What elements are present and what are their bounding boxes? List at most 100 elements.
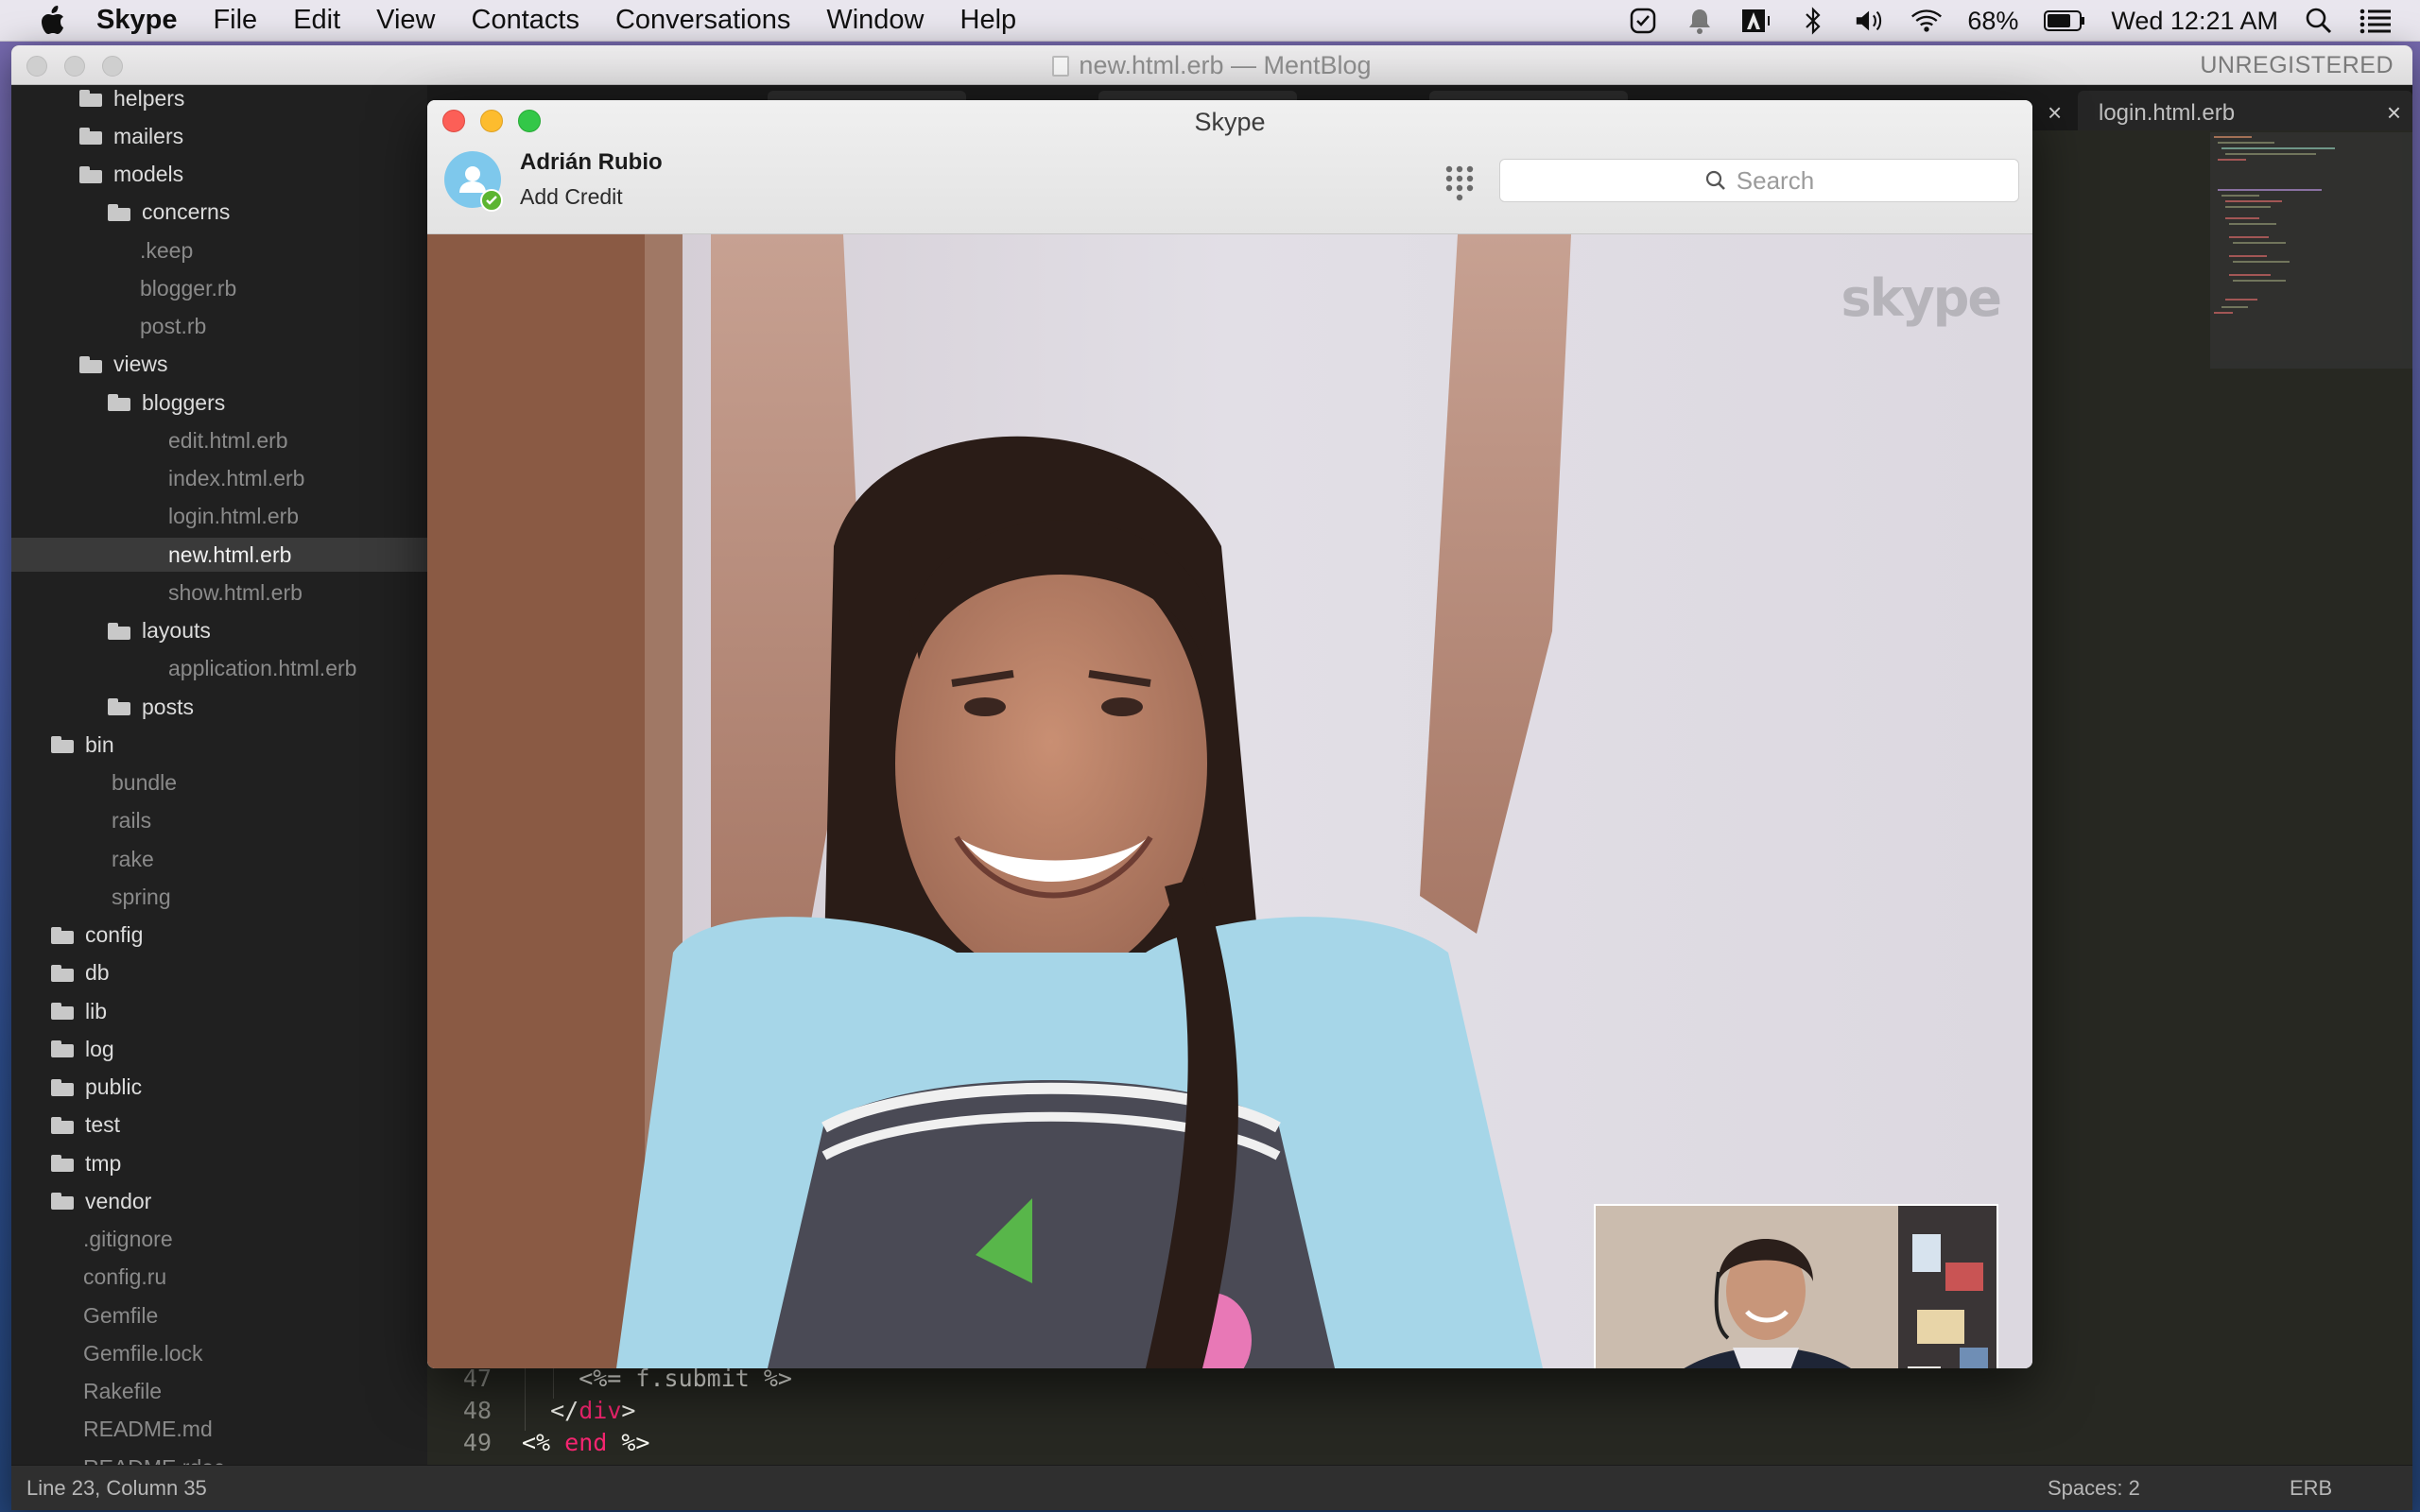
tree-item-readme-rdoc[interactable]: README.rdoc [11,1451,427,1466]
user-name[interactable]: Adrián Rubio [520,149,663,176]
tree-item-views[interactable]: views [11,348,427,382]
online-status-icon [480,189,503,212]
tree-item-label: .gitignore [83,1227,173,1251]
skype-watermark-logo: skype [1841,268,2002,328]
tree-item-index-html-erb[interactable]: index.html.erb [11,462,427,496]
line-number: 48 [462,1397,492,1424]
self-video-image [1596,1206,1996,1368]
tree-item-spring[interactable]: spring [11,880,427,914]
adobe-icon[interactable] [1740,5,1772,37]
tree-item-blogger-rb[interactable]: blogger.rb [11,271,427,305]
remote-video-feed[interactable]: skype [427,234,2032,1368]
tree-item-label: log [85,1036,114,1061]
tree-item-edit-html-erb[interactable]: edit.html.erb [11,423,427,457]
tree-item-bundle[interactable]: bundle [11,766,427,800]
tree-item-label: views [113,352,168,377]
cursor-position: Line 23, Column 35 [26,1476,207,1500]
editor-statusbar: Line 23, Column 35 Spaces: 2 ERB [11,1465,2412,1510]
tree-item-post-rb[interactable]: post.rb [11,310,427,344]
menu-conversations[interactable]: Conversations [615,5,790,36]
add-credit-link[interactable]: Add Credit [520,184,623,210]
line-number: 49 [462,1429,492,1456]
spotlight-search-icon[interactable] [2303,5,2335,37]
menu-window[interactable]: Window [826,5,924,36]
tree-item-keep[interactable]: .keep [11,233,427,267]
tree-item-gemfile[interactable]: Gemfile [11,1298,427,1332]
tree-item-tmp[interactable]: tmp [11,1146,427,1180]
tree-item-gemfile-lock[interactable]: Gemfile.lock [11,1336,427,1370]
tree-item-lib[interactable]: lib [11,994,427,1028]
code-line[interactable]: <%= f.submit %> [522,1365,792,1392]
folder-icon [51,1116,74,1134]
tree-item-label: config [85,922,144,947]
tree-item-rake[interactable]: rake [11,842,427,876]
unregistered-label: UNREGISTERED [2200,52,2394,78]
tree-item-mailers[interactable]: mailers [11,119,427,153]
tree-item-concerns[interactable]: concerns [11,196,427,230]
search-placeholder: Search [1736,165,1815,195]
tab-label: login.html.erb [2099,100,2236,126]
tree-item-label: concerns [142,199,231,225]
menubar-clock[interactable]: Wed 12:21 AM [2111,7,2278,36]
apple-icon[interactable] [36,5,68,37]
tree-item-layouts[interactable]: layouts [11,614,427,648]
menu-file[interactable]: File [213,5,257,36]
tree-item-models[interactable]: models [11,158,427,192]
tree-item-label: layouts [142,618,211,643]
dialpad-icon[interactable] [1444,164,1475,202]
wifi-icon[interactable] [1910,5,1943,37]
folder-icon [108,622,130,640]
tree-item-test[interactable]: test [11,1108,427,1143]
tree-item-bloggers[interactable]: bloggers [11,386,427,420]
tree-item-config-ru[interactable]: config.ru [11,1261,427,1295]
tree-item-bin[interactable]: bin [11,728,427,762]
notification-bell-icon[interactable] [1684,5,1716,37]
volume-icon[interactable] [1854,5,1886,37]
tree-item-new-html-erb[interactable]: new.html.erb [11,538,427,572]
bluetooth-icon[interactable] [1797,5,1829,37]
code-token: <% [522,1429,565,1456]
tree-item-login-html-erb[interactable]: login.html.erb [11,500,427,534]
folder-icon [79,355,102,373]
menu-contacts[interactable]: Contacts [472,5,579,36]
tree-item-db[interactable]: db [11,956,427,990]
tree-item-show-html-erb[interactable]: show.html.erb [11,576,427,610]
code-line[interactable]: </div> [522,1397,635,1424]
tree-item-application-html-erb[interactable]: application.html.erb [11,652,427,686]
self-video-preview[interactable] [1594,1204,1998,1368]
code-token: > [621,1397,636,1424]
tree-item-rails[interactable]: rails [11,804,427,838]
tree-item-label: bloggers [142,389,226,415]
tree-item-config[interactable]: config [11,919,427,953]
tree-item-public[interactable]: public [11,1071,427,1105]
tree-item-readme-md[interactable]: README.md [11,1413,427,1447]
menu-app-skype[interactable]: Skype [96,5,177,36]
tree-item-label: post.rb [140,314,207,338]
folder-icon [108,203,130,221]
tree-item-label: rake [112,846,154,871]
folder-icon [79,128,102,146]
tree-item-label: lib [85,998,108,1023]
tree-item-vendor[interactable]: vendor [11,1184,427,1218]
notification-center-icon[interactable] [2360,5,2392,37]
checkmark-icon[interactable] [1627,5,1659,37]
tab-login-html-erb[interactable]: login.html.erb × [2078,91,2412,130]
minimap[interactable] [2210,132,2412,369]
code-line[interactable]: <% end %> [522,1429,649,1456]
tree-item-posts[interactable]: posts [11,690,427,724]
tree-item-rakefile[interactable]: Rakefile [11,1375,427,1409]
menu-help[interactable]: Help [960,5,1017,36]
syntax-mode[interactable]: ERB [2290,1476,2332,1501]
battery-icon[interactable] [2043,5,2086,37]
editor-titlebar: new.html.erb — MentBlog UNREGISTERED [11,45,2412,85]
tree-item-label: helpers [113,85,185,111]
tree-item-gitignore[interactable]: .gitignore [11,1223,427,1257]
tree-item-log[interactable]: log [11,1032,427,1066]
menu-view[interactable]: View [376,5,435,36]
indentation-setting[interactable]: Spaces: 2 [2048,1476,2140,1501]
tree-item-helpers[interactable]: helpers [11,85,427,115]
tab-close-icon[interactable]: × [2387,98,2401,128]
tree-item-label: models [113,162,184,186]
menu-edit[interactable]: Edit [293,5,340,36]
skype-search-input[interactable]: Search [1499,159,2019,202]
